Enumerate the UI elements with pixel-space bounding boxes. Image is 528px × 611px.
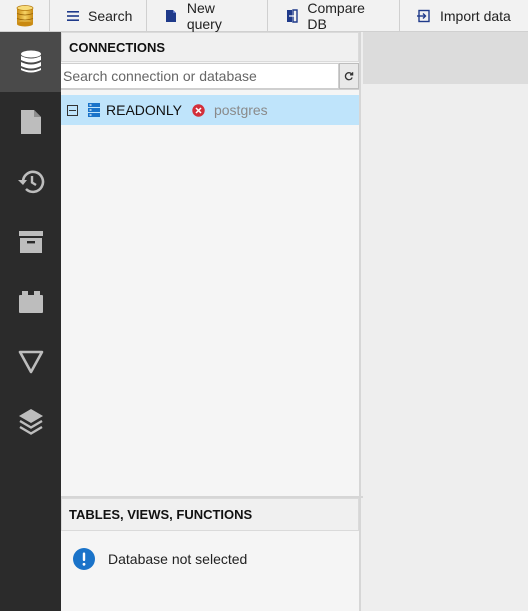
connection-search-row	[61, 62, 359, 90]
database-stack-icon	[16, 5, 33, 27]
main-content-area	[363, 84, 528, 611]
top-toolbar: Search New query Compare DB Import data	[0, 0, 528, 32]
history-icon	[17, 170, 44, 194]
database-icon	[20, 50, 41, 73]
compare-db-button[interactable]: Compare DB	[268, 0, 400, 32]
plugin-icon	[18, 291, 43, 313]
server-icon	[88, 103, 100, 117]
hamburger-icon	[66, 8, 80, 24]
left-sidebar	[0, 32, 61, 611]
info-message-text: Database not selected	[108, 551, 248, 567]
filter-icon	[18, 350, 43, 374]
archive-icon	[18, 231, 43, 253]
collapse-toggle-icon[interactable]	[67, 104, 78, 116]
compare-db-button-label: Compare DB	[307, 0, 365, 32]
sidebar-item-layers[interactable]	[0, 392, 61, 452]
new-query-button-label: New query	[186, 0, 222, 32]
error-status-icon	[192, 103, 205, 117]
app-logo[interactable]	[0, 0, 50, 32]
connection-search-input[interactable]	[61, 63, 339, 89]
info-icon	[73, 548, 95, 570]
refresh-icon	[344, 72, 354, 81]
new-query-button[interactable]: New query	[147, 0, 268, 32]
import-data-button[interactable]: Import data	[400, 0, 528, 32]
connection-database: postgres	[213, 102, 268, 118]
sidebar-item-plugins[interactable]	[0, 272, 61, 332]
sidebar-item-filter[interactable]	[0, 332, 61, 392]
connections-header: CONNECTIONS	[61, 32, 359, 62]
compare-icon	[284, 8, 299, 24]
connection-name: READONLY	[106, 102, 182, 118]
refresh-button[interactable]	[339, 63, 359, 89]
sidebar-item-archive[interactable]	[0, 212, 61, 272]
sidebar-item-connections[interactable]	[0, 32, 61, 92]
tables-panel: TABLES, VIEWS, FUNCTIONS Database not se…	[61, 498, 361, 611]
tab-bar-area	[363, 32, 528, 84]
search-button-label: Search	[88, 8, 133, 24]
connections-panel: CONNECTIONS READONLY postgres	[61, 32, 361, 496]
sidebar-item-files[interactable]	[0, 92, 61, 152]
connection-item[interactable]: READONLY postgres	[61, 95, 359, 125]
tables-header: TABLES, VIEWS, FUNCTIONS	[61, 498, 359, 531]
layers-icon	[18, 409, 43, 435]
file-icon	[20, 110, 41, 134]
document-icon	[163, 8, 179, 24]
sidebar-item-history[interactable]	[0, 152, 61, 212]
no-database-message: Database not selected	[61, 548, 359, 570]
search-button[interactable]: Search	[50, 0, 147, 32]
import-data-button-label: Import data	[440, 8, 511, 24]
import-icon	[416, 8, 432, 24]
